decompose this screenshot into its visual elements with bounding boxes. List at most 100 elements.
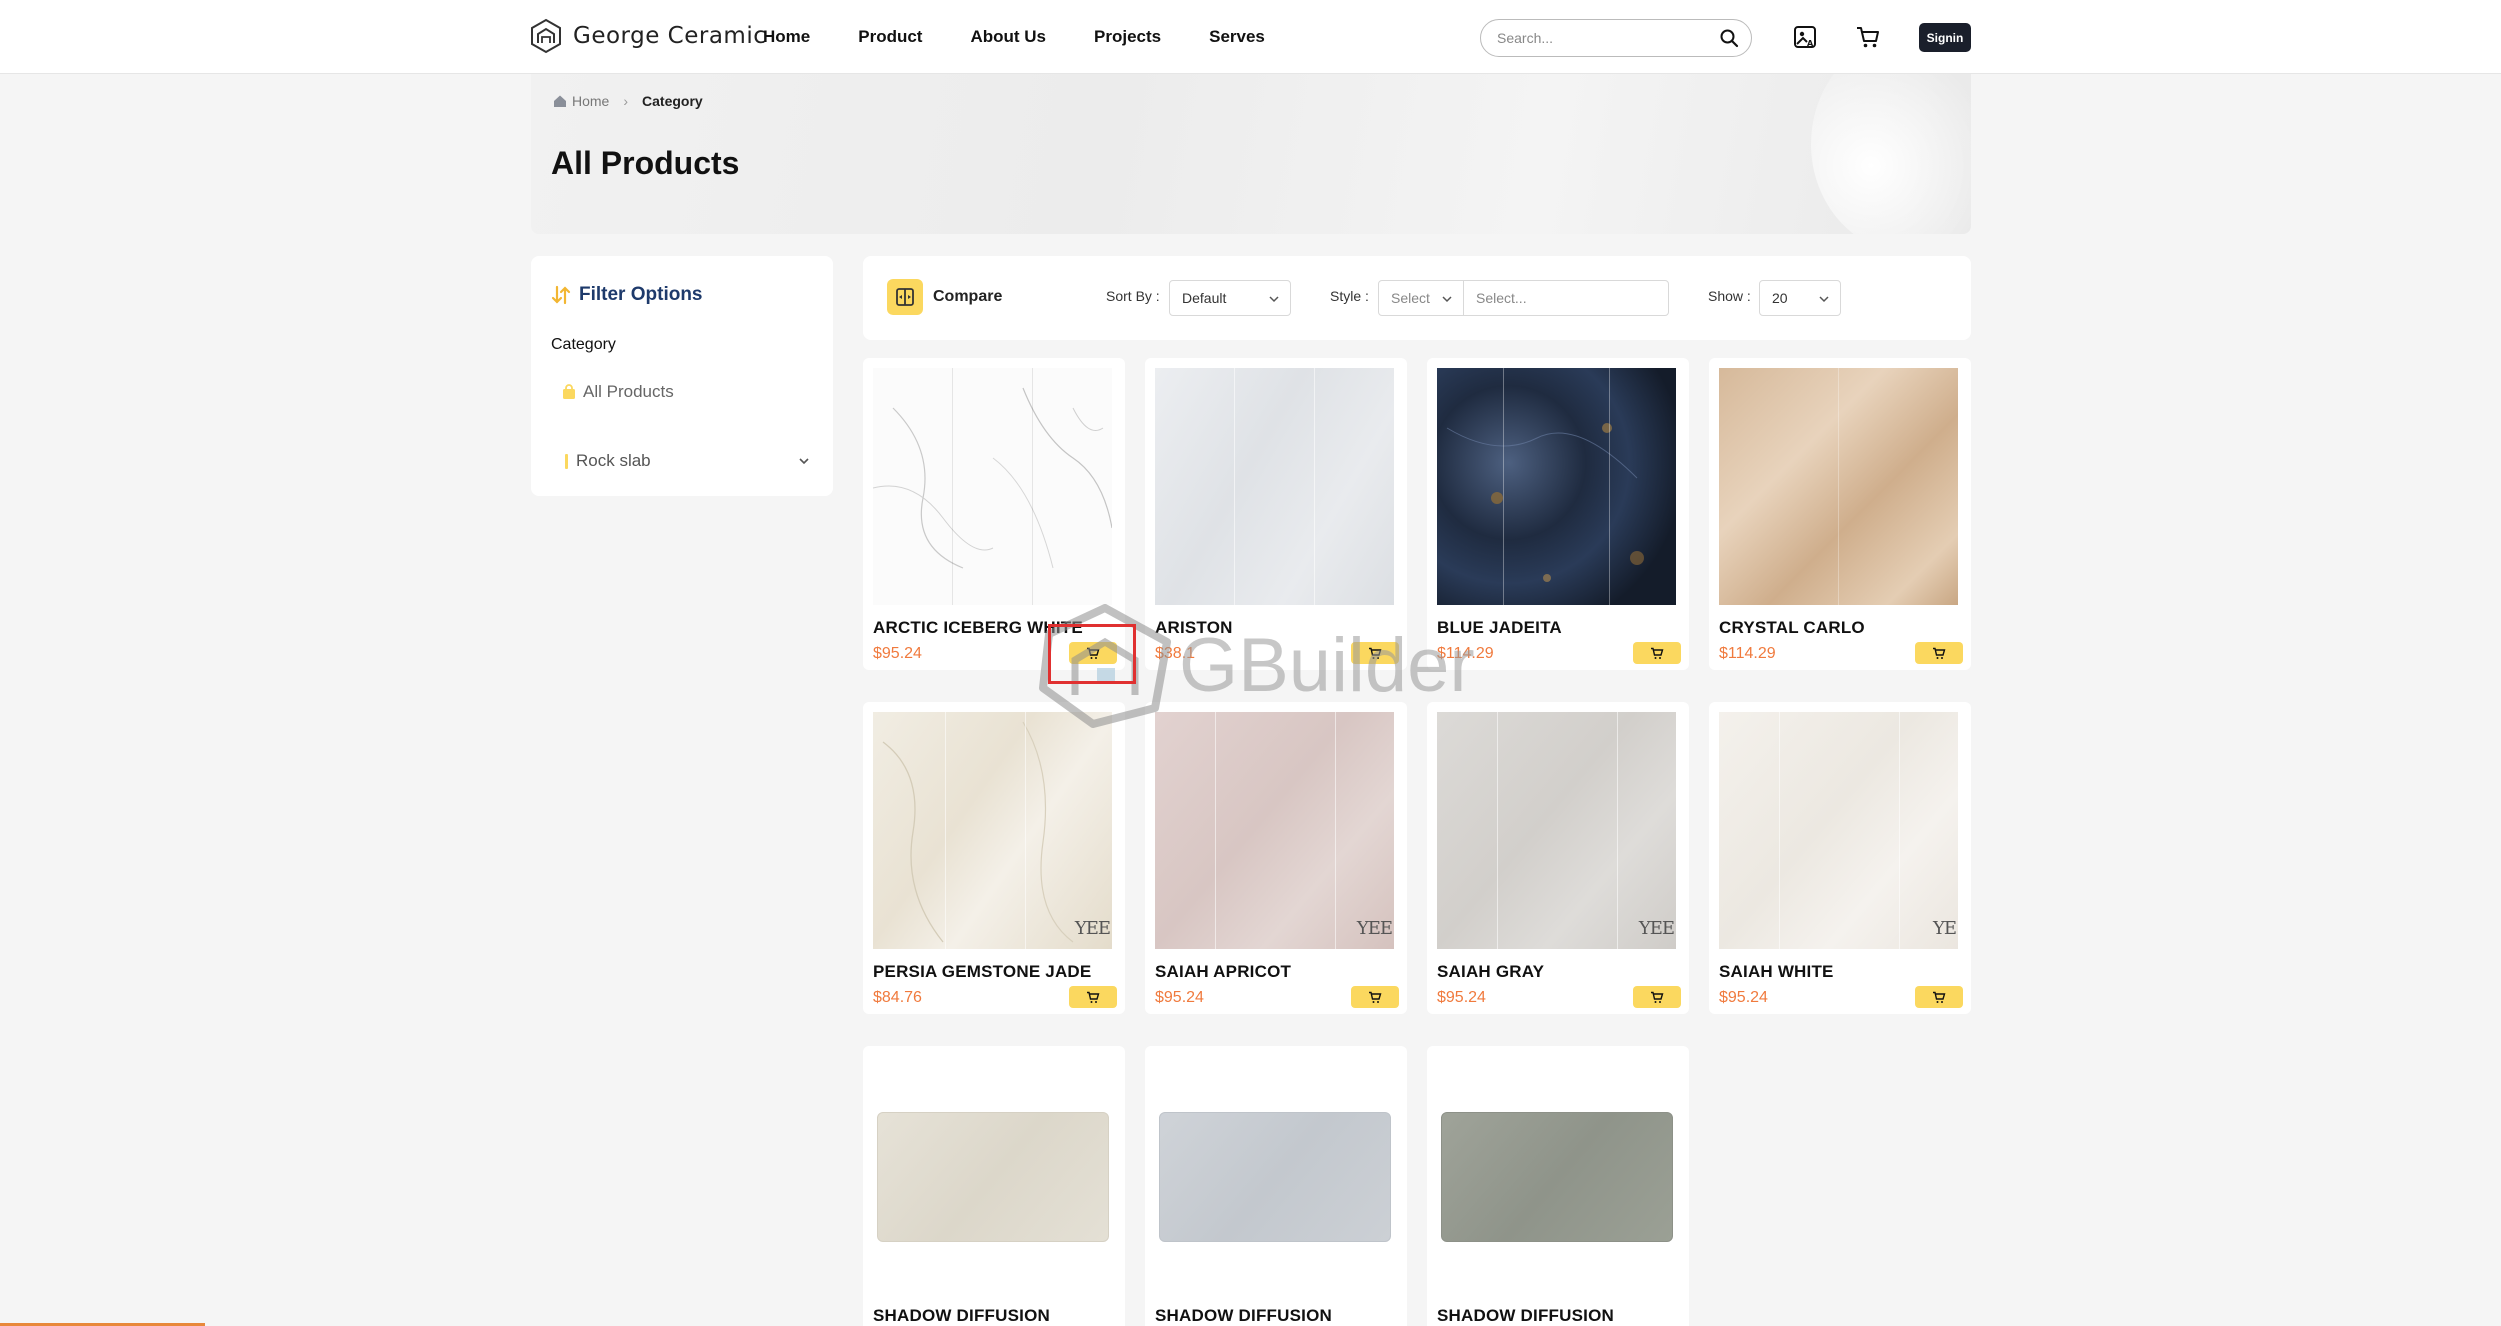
chevron-down-icon [1442, 296, 1452, 303]
product-card[interactable]: ARCTIC ICEBERG WHITE $95.24 [863, 358, 1125, 670]
add-to-cart-button[interactable] [1915, 642, 1963, 664]
home-icon [554, 95, 566, 107]
product-name[interactable]: ARCTIC ICEBERG WHITE [873, 618, 1083, 638]
product-image[interactable] [1155, 368, 1394, 605]
breadcrumb: Home › Category [553, 93, 703, 109]
category-heading: Category [551, 336, 616, 353]
add-to-cart-button[interactable] [1915, 986, 1963, 1008]
product-image[interactable] [1437, 368, 1676, 605]
product-price: $95.24 [1719, 989, 1768, 1006]
sort-label: Sort By : [1106, 288, 1160, 304]
page-banner [531, 74, 1971, 234]
product-name[interactable]: SAIAH APRICOT [1155, 962, 1291, 982]
cart-icon [1369, 647, 1382, 659]
brand-name: George Ceramic [573, 23, 767, 49]
product-image[interactable]: YE [1719, 712, 1958, 949]
product-image[interactable] [1441, 1112, 1673, 1242]
sort-arrows-icon [551, 285, 571, 305]
filter-panel: Filter Options Category All Products Roc… [531, 256, 833, 496]
sort-select[interactable]: Default [1169, 280, 1291, 316]
add-to-cart-button[interactable] [1069, 642, 1117, 664]
product-card[interactable]: YEE SAIAH GRAY $95.24 [1427, 702, 1689, 1014]
product-name[interactable]: PERSIA GEMSTONE JADE [873, 962, 1091, 982]
add-to-cart-button[interactable] [1633, 986, 1681, 1008]
brand-logo[interactable]: George Ceramic [529, 18, 766, 54]
search-input[interactable] [1497, 20, 1717, 55]
breadcrumb-current: Category [642, 93, 703, 109]
add-to-cart-button[interactable] [1351, 642, 1399, 664]
product-image[interactable]: YEE [1155, 712, 1394, 949]
add-to-cart-button[interactable] [1069, 986, 1117, 1008]
product-image[interactable]: YEE [873, 712, 1112, 949]
style-sub-select[interactable]: Select... [1463, 280, 1669, 316]
chevron-down-icon [1269, 296, 1279, 303]
add-to-cart-button[interactable] [1633, 642, 1681, 664]
style-select[interactable]: Select [1378, 280, 1464, 316]
filter-item-all-products[interactable]: All Products [561, 382, 674, 402]
chevron-down-icon [1819, 296, 1829, 303]
logo-house-icon [531, 18, 561, 54]
product-image[interactable]: YEE [1437, 712, 1676, 949]
product-name[interactable]: SHADOW DIFFUSION [1155, 1306, 1332, 1326]
product-name[interactable]: SHADOW DIFFUSION [873, 1306, 1050, 1326]
cart-icon [1933, 647, 1946, 659]
cart-icon [1933, 991, 1946, 1003]
product-price: $95.24 [873, 645, 922, 662]
product-image[interactable] [877, 1112, 1109, 1242]
product-name[interactable]: SAIAH GRAY [1437, 962, 1544, 982]
product-card[interactable]: YEE SAIAH APRICOT $95.24 [1145, 702, 1407, 1014]
product-name[interactable]: CRYSTAL CARLO [1719, 618, 1865, 638]
brand-watermark-icon: YEE [1638, 918, 1675, 939]
add-to-cart-button[interactable] [1351, 986, 1399, 1008]
filter-title-label: Filter Options [579, 284, 703, 305]
product-card[interactable]: SHADOW DIFFUSION [1145, 1046, 1407, 1326]
style-sub-placeholder: Select... [1476, 290, 1527, 306]
page-title: All Products [551, 145, 740, 181]
cart-icon[interactable] [1855, 24, 1881, 50]
nav-projects[interactable]: Projects [1094, 27, 1161, 47]
product-image[interactable] [873, 368, 1112, 605]
product-card[interactable]: SHADOW DIFFUSION [1427, 1046, 1689, 1326]
product-name[interactable]: SHADOW DIFFUSION [1437, 1306, 1614, 1326]
product-card[interactable]: CRYSTAL CARLO $114.29 [1709, 358, 1971, 670]
item-marker-icon [565, 453, 568, 469]
ai-image-search-icon[interactable]: AI [1792, 24, 1818, 50]
product-card[interactable]: YEE PERSIA GEMSTONE JADE $84.76 [863, 702, 1125, 1014]
product-name[interactable]: SAIAH WHITE [1719, 962, 1834, 982]
product-card[interactable]: SHADOW DIFFUSION [863, 1046, 1125, 1326]
cart-icon [1087, 647, 1100, 659]
product-price: $95.24 [1155, 989, 1204, 1006]
product-card[interactable]: YE SAIAH WHITE $95.24 [1709, 702, 1971, 1014]
cart-icon [1087, 991, 1100, 1003]
product-card[interactable]: BLUE JADEITA $114.29 [1427, 358, 1689, 670]
filter-item-label: Rock slab [576, 451, 651, 470]
product-card[interactable]: ARISTON $38.1 [1145, 358, 1407, 670]
product-image[interactable] [1719, 368, 1958, 605]
cart-icon [1369, 991, 1382, 1003]
filter-title: Filter Options [551, 284, 703, 306]
product-name[interactable]: BLUE JADEITA [1437, 618, 1562, 638]
show-select[interactable]: 20 [1759, 280, 1841, 316]
nav-home[interactable]: Home [763, 27, 810, 47]
cart-icon [1651, 647, 1664, 659]
search-icon[interactable] [1719, 28, 1739, 48]
signin-button[interactable]: Signin [1919, 23, 1971, 52]
breadcrumb-home[interactable]: Home [553, 93, 609, 109]
product-price: $114.29 [1437, 645, 1494, 662]
style-value: Select [1391, 290, 1430, 306]
product-toolbar: Compare Sort By : Default Style : Select… [863, 256, 1971, 340]
compare-label: Compare [933, 288, 1003, 305]
chevron-down-icon[interactable] [797, 454, 811, 468]
nav-product[interactable]: Product [858, 27, 922, 47]
main-nav: Home Product About Us Projects Serves [763, 27, 1313, 47]
search-box [1480, 19, 1752, 57]
nav-about-us[interactable]: About Us [970, 27, 1046, 47]
product-image[interactable] [1159, 1112, 1391, 1242]
style-label: Style : [1330, 288, 1369, 304]
chevron-right-icon: › [623, 93, 629, 109]
filter-item-rock-slab[interactable]: Rock slab [565, 451, 815, 471]
product-name[interactable]: ARISTON [1155, 618, 1233, 638]
cart-icon [1651, 991, 1664, 1003]
nav-serves[interactable]: Serves [1209, 27, 1265, 47]
compare-button[interactable]: Compare [887, 279, 1002, 315]
